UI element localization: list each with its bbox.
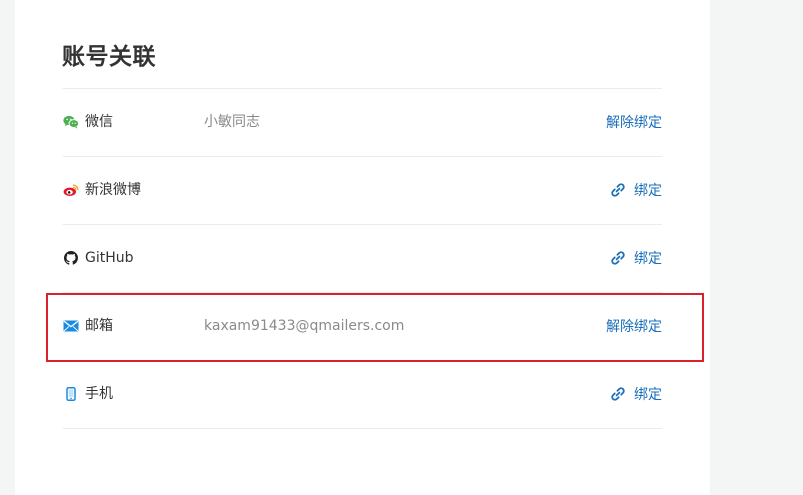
weibo-icon xyxy=(63,182,79,198)
weibo-label: 新浪微博 xyxy=(85,182,141,198)
mail-label: 邮箱 xyxy=(85,318,113,334)
weibo-row: 新浪微博 绑定 xyxy=(63,157,662,225)
github-row: GitHub 绑定 xyxy=(63,225,662,293)
link-icon xyxy=(610,182,626,198)
left-gutter xyxy=(0,0,15,495)
mail-icon xyxy=(63,318,79,334)
phone-bind-button[interactable]: 绑定 xyxy=(610,383,662,405)
phone-label: 手机 xyxy=(85,386,113,402)
wechat-icon xyxy=(63,114,79,130)
wechat-label: 微信 xyxy=(85,114,113,130)
link-icon xyxy=(610,386,626,402)
account-binding-panel: 账号关联 微信 小敏同志 解除绑定 新浪微博 绑定 GitHub 绑定 邮箱 k… xyxy=(15,0,710,495)
wechat-bound-account: 小敏同志 xyxy=(204,114,260,130)
phone-row: 手机 绑定 xyxy=(63,361,662,429)
mail-unbind-label: 解除绑定 xyxy=(606,319,662,335)
phone-icon xyxy=(63,386,79,402)
mail-bound-address: kaxam91433@qmailers.com xyxy=(204,318,405,334)
mail-unbind-button[interactable]: 解除绑定 xyxy=(606,315,662,337)
github-icon xyxy=(63,250,79,266)
weibo-bind-button[interactable]: 绑定 xyxy=(610,179,662,201)
link-icon xyxy=(610,250,626,266)
phone-bind-label: 绑定 xyxy=(634,387,662,403)
wechat-unbind-label: 解除绑定 xyxy=(606,115,662,131)
github-bind-button[interactable]: 绑定 xyxy=(610,247,662,269)
mail-row: 邮箱 kaxam91433@qmailers.com 解除绑定 xyxy=(63,293,662,361)
page-title: 账号关联 xyxy=(62,44,156,70)
github-label: GitHub xyxy=(85,250,134,266)
wechat-row: 微信 小敏同志 解除绑定 xyxy=(63,89,662,157)
github-bind-label: 绑定 xyxy=(634,251,662,267)
wechat-unbind-button[interactable]: 解除绑定 xyxy=(606,111,662,133)
account-list: 微信 小敏同志 解除绑定 新浪微博 绑定 GitHub 绑定 邮箱 kaxam9… xyxy=(63,89,662,429)
weibo-bind-label: 绑定 xyxy=(634,183,662,199)
